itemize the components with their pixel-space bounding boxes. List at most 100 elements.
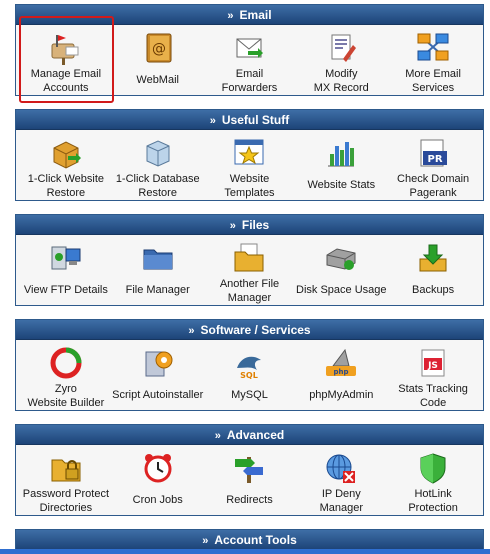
backups-button[interactable]: Backups: [387, 235, 479, 305]
item-label: IP Deny Manager: [319, 488, 363, 514]
panel-title: Files: [241, 218, 270, 232]
item-label: Disk Space Usage: [296, 284, 387, 296]
mysql-dolphin-icon: SQL: [237, 356, 262, 380]
item-label: Email Forwarders: [221, 68, 278, 94]
item-label: More Email Services: [405, 68, 461, 94]
address-book-icon: @: [146, 33, 172, 63]
useful-stuff-panel: » Useful Stuff 1-Click Website Restore 1-…: [15, 109, 484, 201]
software-services-panel: » Software / Services Zyro Website Builde…: [15, 319, 484, 411]
network-icon: [417, 33, 449, 61]
one-click-website-restore-button[interactable]: 1-Click Website Restore: [20, 130, 112, 200]
double-chevron-icon: »: [214, 430, 221, 442]
redirects-button[interactable]: Redirects: [204, 445, 296, 515]
files-panel-header[interactable]: » Files: [16, 215, 483, 235]
double-chevron-icon: »: [229, 220, 236, 232]
more-email-services-button[interactable]: More Email Services: [387, 25, 479, 95]
installer-icon: [145, 351, 173, 377]
phpmyadmin-icon: php: [326, 348, 357, 376]
cron-jobs-button[interactable]: Cron Jobs: [112, 445, 204, 515]
double-chevron-icon: »: [227, 10, 234, 22]
download-box-icon: [419, 244, 447, 272]
item-label: View FTP Details: [23, 284, 108, 296]
item-label: 1-Click Website Restore: [27, 173, 104, 199]
mx-record-icon: [331, 34, 357, 62]
stats-tracking-code-button[interactable]: JS Stats Tracking Code: [387, 340, 479, 410]
phpmyadmin-button[interactable]: php phpMyAdmin: [295, 340, 387, 410]
panel-title: Software / Services: [200, 323, 311, 337]
folder-icon: [143, 249, 173, 270]
svg-text:PR: PR: [428, 154, 443, 165]
double-chevron-icon: »: [202, 535, 209, 547]
item-label: Website Templates: [224, 173, 275, 199]
view-ftp-details-button[interactable]: View FTP Details: [20, 235, 112, 305]
ip-deny-manager-button[interactable]: IP Deny Manager: [295, 445, 387, 515]
item-label: Stats Tracking Code: [398, 383, 468, 409]
item-label: Password Protect Directories: [22, 488, 109, 514]
svg-text:JS: JS: [427, 361, 438, 371]
template-star-icon: [234, 139, 264, 165]
selection-highlight: [19, 16, 114, 103]
modify-mx-record-button[interactable]: Modify MX Record: [295, 25, 387, 95]
item-label: Check Domain Pagerank: [397, 173, 470, 199]
item-label: Redirects: [226, 494, 273, 506]
another-file-manager-button[interactable]: Another File Manager: [204, 235, 296, 305]
panel-title: Account Tools: [214, 533, 297, 547]
direction-sign-icon: [235, 457, 264, 483]
useful-stuff-panel-header[interactable]: » Useful Stuff: [16, 110, 483, 130]
shield-icon: [420, 453, 446, 484]
file-manager-button[interactable]: File Manager: [112, 235, 204, 305]
panel-title: Useful Stuff: [221, 113, 290, 127]
advanced-panel: » Advanced Password Protect Directories C…: [15, 424, 484, 516]
hotlink-protection-button[interactable]: HotLink Protection: [387, 445, 479, 515]
website-stats-button[interactable]: Website Stats: [295, 130, 387, 200]
database-restore-icon: [146, 140, 170, 167]
panel-title: Email: [239, 8, 272, 22]
zyro-website-builder-button[interactable]: Zyro Website Builder: [20, 340, 112, 410]
bar-chart-icon: [328, 142, 355, 167]
item-label: 1-Click Database Restore: [115, 173, 200, 199]
panel-title: Advanced: [226, 428, 285, 442]
item-label: MySQL: [231, 389, 268, 401]
disk-drive-icon: [326, 248, 356, 270]
item-label: HotLink Protection: [408, 488, 458, 514]
item-label: Modify MX Record: [313, 68, 369, 94]
item-label: WebMail: [136, 74, 179, 86]
disk-space-usage-button[interactable]: Disk Space Usage: [295, 235, 387, 305]
folder-documents-icon: [234, 243, 264, 272]
advanced-panel-header[interactable]: » Advanced: [16, 425, 483, 445]
account-tools-panel-header[interactable]: » Account Tools: [16, 530, 483, 550]
svg-text:php: php: [334, 368, 349, 376]
svg-text:@: @: [152, 41, 166, 57]
globe-deny-icon: [326, 454, 356, 483]
window-bottom-edge: [0, 549, 490, 554]
locked-folder-icon: [51, 459, 81, 482]
double-chevron-icon: »: [209, 115, 216, 127]
item-label: Another File Manager: [219, 278, 280, 304]
js-code-icon: JS: [421, 349, 445, 377]
item-label: Website Stats: [307, 179, 376, 191]
files-panel: » Files View FTP Details File Manager An…: [15, 214, 484, 306]
script-autoinstaller-button[interactable]: Script Autoinstaller: [112, 340, 204, 410]
double-chevron-icon: »: [188, 325, 195, 337]
item-label: Cron Jobs: [132, 494, 183, 506]
item-label: File Manager: [125, 284, 190, 296]
email-forwarders-button[interactable]: Email Forwarders: [204, 25, 296, 95]
password-protect-directories-button[interactable]: Password Protect Directories: [20, 445, 112, 515]
one-click-database-restore-button[interactable]: 1-Click Database Restore: [112, 130, 204, 200]
box-restore-icon: [53, 141, 81, 169]
website-templates-button[interactable]: Website Templates: [204, 130, 296, 200]
account-tools-panel: » Account Tools: [15, 529, 484, 551]
mysql-button[interactable]: SQL MySQL: [204, 340, 296, 410]
webmail-button[interactable]: @ WebMail: [112, 25, 204, 95]
software-services-panel-header[interactable]: » Software / Services: [16, 320, 483, 340]
item-label: Zyro Website Builder: [27, 383, 105, 409]
ftp-computer-icon: [51, 246, 81, 270]
svg-text:SQL: SQL: [241, 371, 259, 380]
check-domain-pagerank-button[interactable]: PR Check Domain Pagerank: [387, 130, 479, 200]
zyro-logo-icon: [50, 347, 82, 379]
item-label: Backups: [411, 284, 455, 296]
item-label: phpMyAdmin: [309, 389, 374, 401]
pagerank-icon: PR: [420, 139, 448, 167]
alarm-clock-icon: [144, 454, 172, 483]
item-label: Script Autoinstaller: [112, 389, 204, 401]
